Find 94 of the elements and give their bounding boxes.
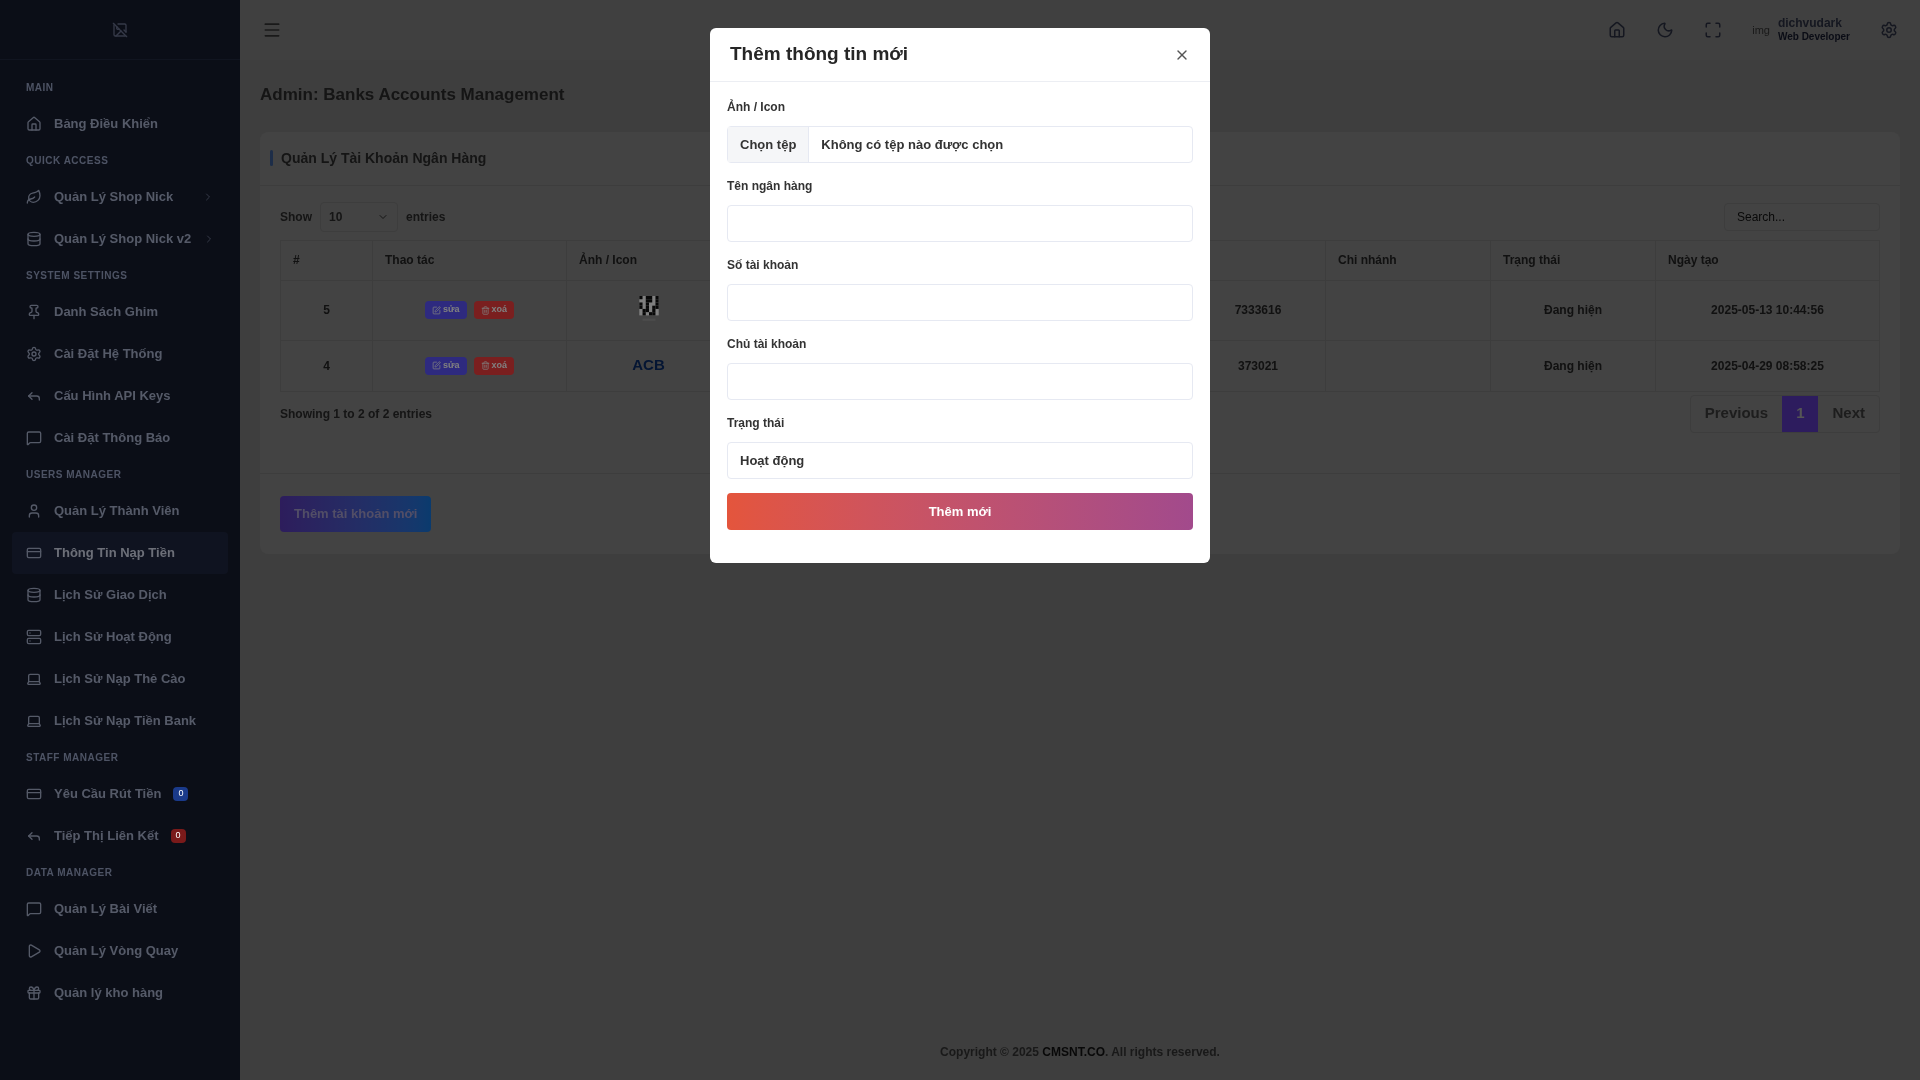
laptop-icon [26, 713, 42, 729]
sidebar-label: Yêu Cầu Rút Tiền [54, 785, 162, 804]
sidebar-label: Cấu Hình API Keys [54, 387, 171, 406]
sidebar-item[interactable]: Quản lý kho hàng [12, 972, 228, 1014]
sidebar-label: Lịch Sử Hoạt Động [54, 628, 172, 647]
broken-image-icon [112, 21, 128, 38]
section-heading: SYSTEM SETTINGS [25, 269, 129, 283]
sidebar-item[interactable]: Quản Lý Thành Viên [12, 490, 228, 532]
field-label: Số tài khoản [727, 257, 800, 274]
sidebar-item[interactable]: Danh Sách Ghim [12, 291, 228, 333]
message-icon [26, 430, 42, 446]
sidebar-item[interactable]: Quản Lý Shop Nick v2 [12, 218, 228, 260]
field-label: Tên ngân hàng [727, 178, 814, 195]
sidebar-label: Lịch Sử Giao Dịch [54, 586, 167, 605]
edit-icon [431, 305, 441, 315]
sidebar-label: Quản lý kho hàng [54, 984, 164, 1003]
sidebar-item[interactable]: Lịch Sử Nạp Tiền Bank [12, 700, 228, 742]
sidebar-label: Cài Đặt Hệ Thống [54, 345, 163, 364]
status-select[interactable]: Hoạt động [727, 442, 1193, 479]
sidebar-label: Quản Lý Bài Viết [54, 900, 158, 919]
user-icon [26, 503, 42, 519]
file-field[interactable]: Chọn tệp Không có tệp nào được chọn [727, 126, 1193, 163]
message-icon [26, 901, 42, 917]
sidebar-item[interactable]: Quản Lý Shop Nick [12, 176, 228, 218]
sidebar-label: Danh Sách Ghim [54, 303, 159, 322]
qr-code-icon [638, 296, 659, 324]
settings-icon [26, 346, 42, 362]
section-heading: DATA MANAGER [25, 866, 114, 880]
sidebar-item[interactable]: Thông Tin Nạp Tiền [12, 532, 228, 574]
section-heading: QUICK ACCESS [25, 154, 110, 168]
section-heading: STAFF MANAGER [25, 751, 120, 765]
sidebar-item[interactable]: Bảng Điều Khiển [12, 103, 228, 145]
database-icon [26, 587, 42, 603]
pin-icon [26, 304, 42, 320]
section-heading: MAIN [25, 81, 55, 95]
file-status: Không có tệp nào được chọn [820, 135, 1005, 154]
sidebar-item[interactable]: Cấu Hình API Keys [12, 375, 228, 417]
edit-icon [431, 361, 441, 370]
submit-button[interactable]: Thêm mới [727, 493, 1193, 530]
leaf-icon [26, 189, 42, 205]
trash-icon [480, 305, 490, 315]
input-field[interactable] [727, 284, 1193, 321]
card-icon [26, 786, 42, 802]
sidebar-label: Quản Lý Shop Nick v2 [54, 230, 192, 249]
home-icon [26, 116, 42, 132]
card-icon [26, 545, 42, 561]
trash-icon [480, 361, 490, 370]
sidebar-item[interactable]: Lịch Sử Hoạt Động [12, 616, 228, 658]
sidebar-item[interactable]: Cài Đặt Thông Báo [12, 417, 228, 459]
edit-button[interactable]: sửa [424, 356, 467, 375]
sidebar-label: Tiếp Thị Liên Kết [54, 827, 159, 846]
sidebar-label: Lịch Sử Nạp Tiền Bank [54, 712, 197, 731]
sidebar-item[interactable]: Lịch Sử Giao Dịch [12, 574, 228, 616]
pagination-button[interactable]: 1 [1782, 395, 1819, 432]
count-badge: 0 [173, 787, 189, 801]
field-label: Trạng thái [727, 415, 786, 432]
input-field[interactable] [727, 363, 1193, 400]
section-heading: USERS MANAGER [25, 468, 123, 482]
sidebar-label: Lịch Sử Nạp Thẻ Cào [54, 670, 186, 689]
sidebar-label: Thông Tin Nạp Tiền [54, 544, 175, 563]
sidebar-item[interactable]: Quản Lý Bài Viết [12, 888, 228, 930]
count-badge: 0 [170, 829, 186, 843]
server-icon [26, 629, 42, 645]
search-field[interactable]: Search... [1724, 202, 1880, 231]
bank-logo: ACB [632, 355, 665, 376]
settings-icon[interactable] [1880, 21, 1898, 39]
sidebar-label: Quản Lý Shop Nick [54, 188, 174, 207]
database-icon [26, 231, 42, 247]
sidebar-item[interactable]: Yêu Cầu Rút Tiền 0 [12, 773, 228, 815]
choose-file-button[interactable]: Chọn tệp [728, 127, 810, 162]
input-field[interactable] [727, 205, 1193, 242]
delete-button[interactable]: xoá [473, 356, 514, 375]
sidebar-item[interactable]: Tiếp Thị Liên Kết 0 [12, 815, 228, 857]
dialog-title: Thêm thông tin mới [730, 42, 909, 67]
play-icon [26, 943, 42, 959]
delete-button[interactable]: xoá [473, 301, 514, 319]
fullscreen-icon[interactable] [1704, 21, 1723, 39]
field-label: Chủ tài khoản [727, 336, 808, 353]
moon-icon[interactable] [1656, 21, 1675, 39]
edit-button[interactable]: sửa [424, 301, 467, 319]
sidebar-label: Bảng Điều Khiển [54, 115, 158, 134]
sidebar-item[interactable]: Quản Lý Vòng Quay [12, 930, 228, 972]
menu-icon[interactable] [262, 20, 282, 40]
laptop-icon [26, 671, 42, 687]
column-header[interactable]: # [293, 251, 300, 269]
sidebar-label: Quản Lý Vòng Quay [54, 942, 179, 961]
title-accent-bar [270, 150, 273, 166]
home-icon[interactable] [1608, 21, 1627, 39]
gift-icon [26, 985, 42, 1001]
sidebar-item[interactable]: Cài Đặt Hệ Thống [12, 333, 228, 375]
sidebar-item[interactable]: Lịch Sử Nạp Thẻ Cào [12, 658, 228, 700]
sidebar-label: Cài Đặt Thông Báo [54, 429, 171, 448]
field-label: Ảnh / Icon [727, 98, 786, 116]
sidebar-label: Quản Lý Thành Viên [54, 502, 180, 521]
